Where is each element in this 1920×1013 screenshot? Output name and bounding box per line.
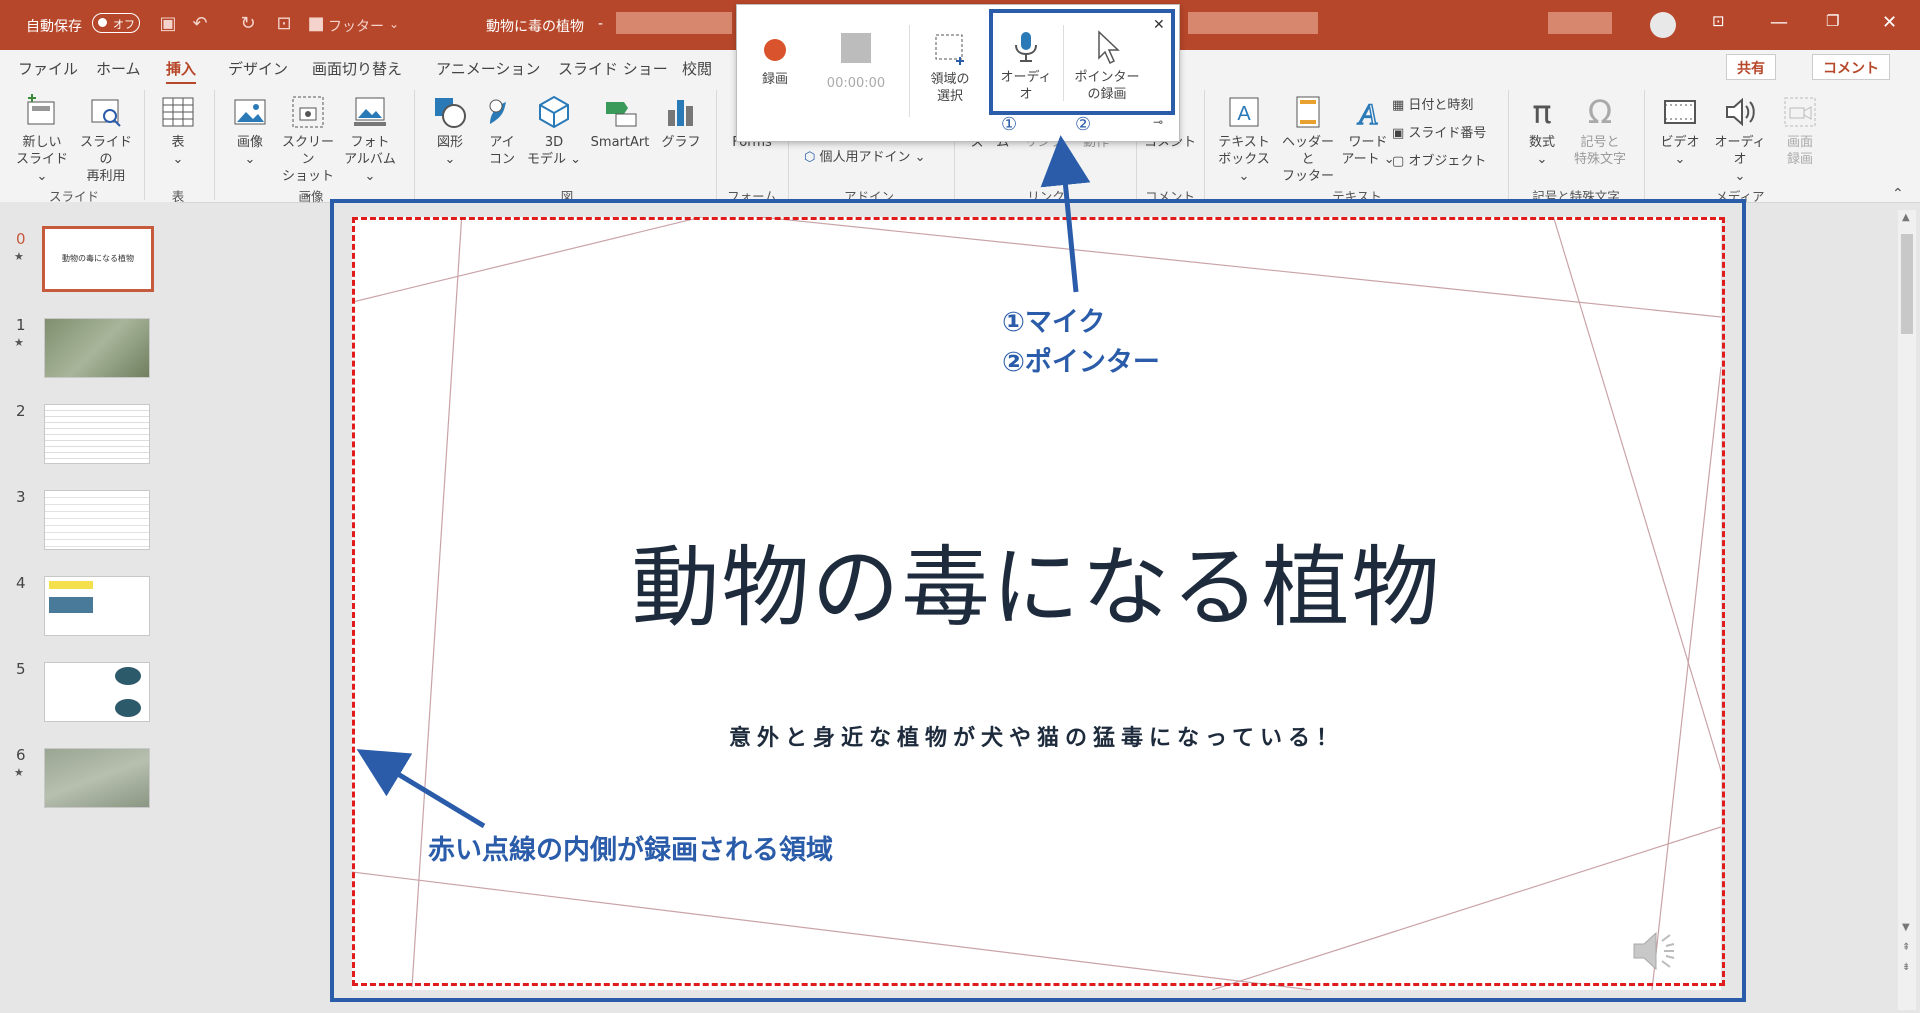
scroll-down-icon[interactable]: ▼ (1902, 922, 1910, 933)
annotation-pointer: ②ポインター (1002, 347, 1160, 378)
scroll-up-icon[interactable]: ▲ (1902, 212, 1910, 223)
annotation-area: 赤い点線の内側が録画される領域 (428, 835, 833, 866)
vertical-scrollbar[interactable]: ▲ ▼ ⇞ ⇟ (1898, 210, 1916, 1010)
prev-slide-icon[interactable]: ⇞ (1902, 942, 1910, 953)
scroll-thumb[interactable] (1901, 234, 1913, 334)
next-slide-icon[interactable]: ⇟ (1902, 962, 1910, 973)
annotation-mic: ①マイク (1002, 307, 1106, 338)
annotation-arrows (356, 135, 1091, 829)
